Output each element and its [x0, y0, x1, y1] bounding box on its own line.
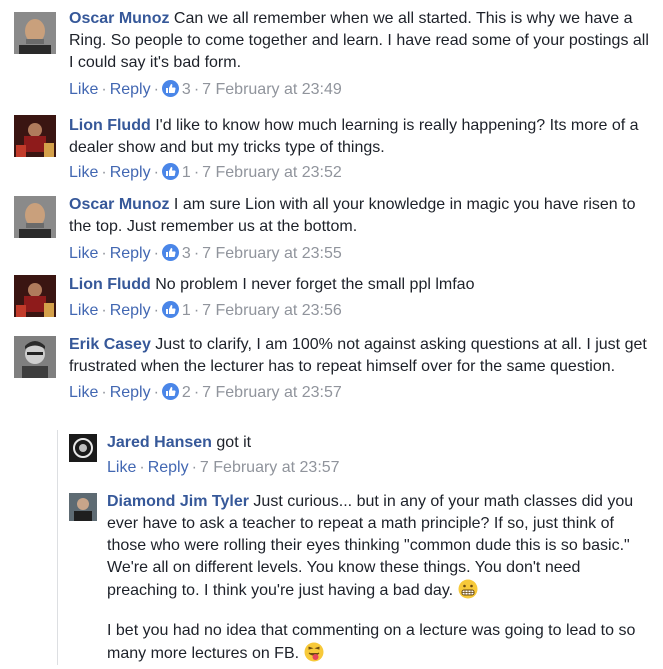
comment-author[interactable]: Lion Fludd [69, 117, 151, 134]
comment-text: I bet you had no idea that commenting on… [107, 622, 636, 662]
reply-button[interactable]: Reply [110, 164, 151, 181]
reply-button[interactable]: Reply [110, 384, 151, 401]
comment-author[interactable]: Jared Hansen [107, 434, 212, 451]
comment-author[interactable]: Erik Casey [69, 336, 151, 353]
thumbs-up-icon [161, 244, 179, 261]
like-button[interactable]: Like [69, 302, 98, 319]
thumbs-up-icon [161, 163, 179, 180]
reply-button[interactable]: Reply [148, 459, 189, 476]
like-button[interactable]: Like [69, 245, 98, 262]
comment-text: got it [216, 434, 252, 451]
timestamp[interactable]: 7 February at 23:57 [200, 459, 340, 476]
reaction-count[interactable]: 2 [182, 384, 191, 401]
thumbs-up-icon [161, 301, 179, 318]
reply-button[interactable]: Reply [110, 81, 151, 98]
timestamp[interactable]: 7 February at 23:49 [202, 81, 342, 98]
like-button[interactable]: Like [107, 459, 136, 476]
timestamp[interactable]: 7 February at 23:57 [202, 384, 342, 401]
timestamp[interactable]: 7 February at 23:56 [202, 302, 342, 319]
reaction-count[interactable]: 3 [182, 81, 191, 98]
thumbs-up-icon [161, 383, 179, 400]
reply-button[interactable]: Reply [110, 245, 151, 262]
avatar[interactable] [14, 196, 56, 238]
timestamp[interactable]: 7 February at 23:52 [202, 164, 342, 181]
avatar[interactable] [14, 12, 56, 54]
avatar[interactable] [69, 493, 97, 521]
like-button[interactable]: Like [69, 164, 98, 181]
avatar[interactable] [69, 434, 97, 462]
comment-text: Just to clarify, I am 100% not against a… [69, 336, 647, 375]
like-button[interactable]: Like [69, 384, 98, 401]
reply-thread-line [57, 430, 58, 665]
reaction-count[interactable]: 3 [182, 245, 191, 262]
comment-author[interactable]: Oscar Munoz [69, 196, 169, 213]
reaction-count[interactable]: 1 [182, 302, 191, 319]
comment-author[interactable]: Lion Fludd [69, 276, 151, 293]
avatar[interactable] [14, 115, 56, 157]
avatar[interactable] [14, 275, 56, 317]
like-button[interactable]: Like [69, 81, 98, 98]
comment-text: I'd like to know how much learning is re… [69, 117, 639, 156]
reply-button[interactable]: Reply [110, 302, 151, 319]
reaction-count[interactable]: 1 [182, 164, 191, 181]
avatar[interactable] [14, 336, 56, 378]
comment-text: No problem I never forget the small ppl … [155, 276, 475, 293]
thumbs-up-icon [161, 80, 179, 97]
timestamp[interactable]: 7 February at 23:55 [202, 245, 342, 262]
comment-author[interactable]: Diamond Jim Tyler [107, 493, 249, 510]
comment-author[interactable]: Oscar Munoz [69, 10, 169, 27]
grimacing-emoji-icon [458, 579, 478, 606]
